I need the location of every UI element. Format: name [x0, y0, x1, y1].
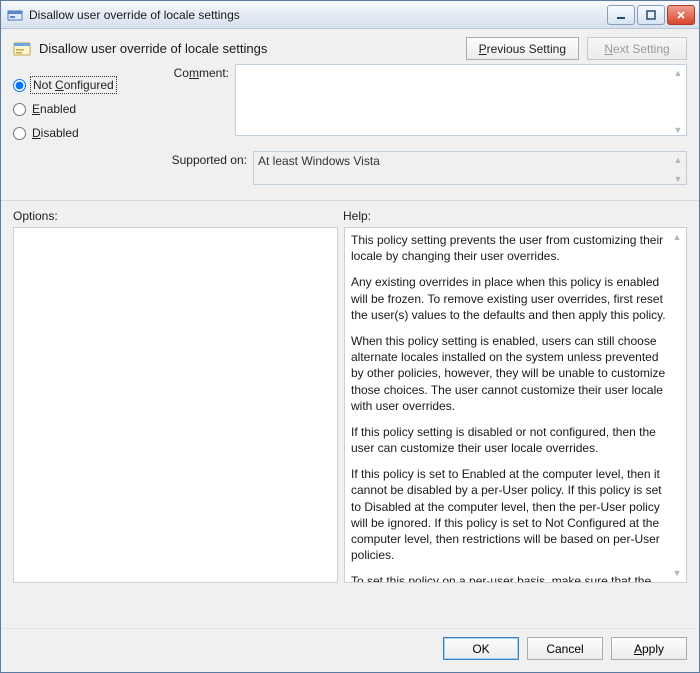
heading-row: Disallow user override of locale setting…	[13, 37, 687, 60]
close-button[interactable]	[667, 5, 695, 25]
app-icon	[7, 7, 23, 23]
titlebar-title: Disallow user override of locale setting…	[29, 8, 605, 22]
nav-buttons: Previous Setting Next Setting	[466, 37, 687, 60]
minimize-button[interactable]	[607, 5, 635, 25]
dialog-window: Disallow user override of locale setting…	[0, 0, 700, 673]
policy-icon	[13, 40, 31, 58]
previous-setting-button[interactable]: Previous Setting	[466, 37, 579, 60]
radio-not-configured[interactable]: Not Configured	[13, 78, 143, 92]
comment-label: Comment:	[163, 64, 235, 80]
heading-title: Disallow user override of locale setting…	[39, 41, 267, 56]
supported-on-display	[253, 151, 687, 185]
scroll-down-icon: ▼	[670, 566, 684, 580]
radio-enabled-input[interactable]	[13, 103, 26, 116]
help-label: Help:	[343, 209, 371, 223]
comment-row: Comment: ▲▼	[163, 64, 687, 139]
help-paragraph: If this policy setting is disabled or no…	[351, 424, 670, 456]
radio-not-configured-input[interactable]	[13, 79, 26, 92]
radio-not-configured-label: Not Configured	[32, 78, 115, 92]
radio-enabled-label: Enabled	[32, 102, 76, 116]
apply-button[interactable]: Apply	[611, 637, 687, 660]
supported-label: Supported on:	[163, 151, 253, 167]
mid-labels: Options: Help:	[1, 201, 699, 227]
comment-input[interactable]	[235, 64, 687, 136]
help-panel: This policy setting prevents the user fr…	[344, 227, 687, 583]
help-scrollbar[interactable]: ▲▼	[670, 230, 684, 580]
help-paragraph: If this policy is set to Enabled at the …	[351, 466, 670, 563]
next-setting-button: Next Setting	[587, 37, 687, 60]
help-paragraph: When this policy setting is enabled, use…	[351, 333, 670, 414]
supported-row: Supported on: ▲▼	[163, 151, 687, 188]
options-panel	[13, 227, 338, 583]
titlebar: Disallow user override of locale setting…	[1, 1, 699, 29]
top-panel: Disallow user override of locale setting…	[1, 29, 699, 201]
scroll-up-icon: ▲	[670, 230, 684, 244]
bottom-button-row: OK Cancel Apply	[1, 628, 699, 672]
help-paragraph: To set this policy on a per-user basis, …	[351, 573, 670, 583]
maximize-button[interactable]	[637, 5, 665, 25]
radio-disabled-input[interactable]	[13, 127, 26, 140]
help-paragraph: Any existing overrides in place when thi…	[351, 274, 670, 323]
help-paragraph: This policy setting prevents the user fr…	[351, 232, 670, 264]
radio-enabled[interactable]: Enabled	[13, 102, 143, 116]
main-area: This policy setting prevents the user fr…	[1, 227, 699, 628]
cancel-button[interactable]: Cancel	[527, 637, 603, 660]
state-radio-group: Not Configured Enabled Disabled	[13, 78, 143, 140]
options-label: Options:	[13, 209, 343, 223]
ok-button[interactable]: OK	[443, 637, 519, 660]
radio-disabled-label: Disabled	[32, 126, 79, 140]
window-controls	[605, 5, 695, 25]
radio-disabled[interactable]: Disabled	[13, 126, 143, 140]
